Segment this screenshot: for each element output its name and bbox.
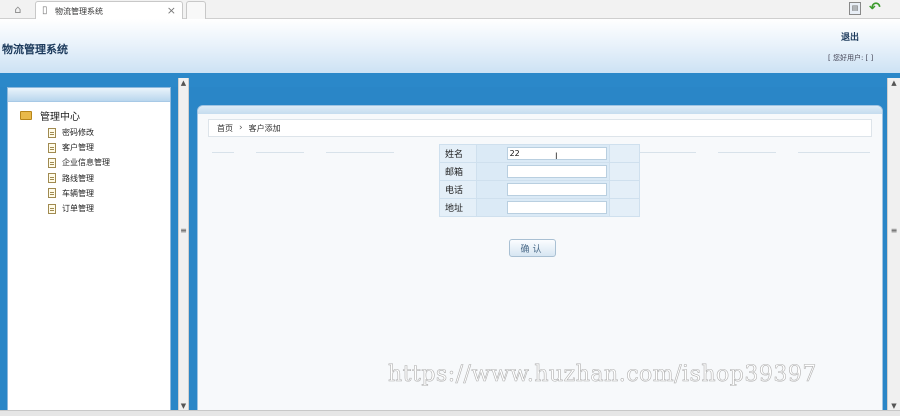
input-cell [475, 162, 610, 181]
content-scrollbar[interactable]: ▲ ≡ ▼ [887, 78, 900, 416]
phone-input[interactable] [506, 183, 607, 196]
scroll-up-icon[interactable]: ▲ [179, 79, 188, 87]
logout-link[interactable]: 退出 [841, 30, 859, 43]
sidebar-item-vehicles[interactable]: 车辆管理 [48, 186, 110, 201]
field-label: 姓名 [439, 144, 477, 163]
table-cell [608, 162, 641, 181]
browser-tab-bar: ⌂ ▯ 物流管理系统 × ▤ ↶ [0, 0, 900, 19]
sidebar-header [8, 88, 170, 102]
splitter-grip-icon[interactable]: ≡ [888, 226, 900, 235]
table-cell [608, 144, 641, 163]
app-title: 物流管理系统 [2, 43, 68, 56]
divider [718, 152, 776, 153]
sidebar-item-label: 车辆管理 [62, 188, 94, 198]
watermark: https://www.huzhan.com/ishop39397 [388, 362, 817, 388]
document-icon [48, 173, 56, 184]
input-cell [475, 144, 610, 163]
app-header: 物流管理系统 退出 [ 您好用户: [ ] [0, 19, 900, 73]
table-cell [608, 198, 641, 217]
form-row-email: 邮箱 [439, 162, 641, 181]
splitter-grip-icon[interactable]: ≡ [179, 226, 188, 235]
scroll-down-icon[interactable]: ▼ [179, 402, 188, 410]
sidebar-scrollbar[interactable]: ▲ ≡ ▼ [178, 78, 189, 416]
sidebar-item-routes[interactable]: 路线管理 [48, 171, 110, 186]
address-input[interactable] [506, 201, 607, 214]
chevron-right-icon: › [239, 123, 243, 133]
divider [798, 152, 870, 153]
sidebar: 管理中心 密码修改 客户管理 企业信息管理 路线管理 车辆管理 订单管理 [7, 87, 171, 416]
browser-tab[interactable]: ▯ 物流管理系统 × [35, 1, 183, 19]
user-info: [ 您好用户: [ ] [828, 54, 874, 62]
form-row-phone: 电话 [439, 180, 641, 199]
page-icon: ▯ [42, 5, 48, 16]
document-icon [48, 203, 56, 214]
scroll-up-icon[interactable]: ▲ [888, 79, 900, 87]
sidebar-root-label: 管理中心 [40, 112, 80, 123]
back-arrow-icon[interactable]: ↶ [869, 0, 881, 16]
table-cell [608, 180, 641, 199]
breadcrumb: 首页 › 客户添加 [208, 119, 872, 137]
confirm-button[interactable]: 确认 [509, 239, 556, 257]
sidebar-item-label: 企业信息管理 [62, 158, 110, 168]
content-panel-header [198, 106, 882, 114]
sidebar-menu: 密码修改 客户管理 企业信息管理 路线管理 车辆管理 订单管理 [48, 125, 110, 216]
sidebar-item-label: 路线管理 [62, 173, 94, 183]
input-cell [475, 198, 610, 217]
sidebar-item-customers[interactable]: 客户管理 [48, 140, 110, 155]
sidebar-item-label: 订单管理 [62, 204, 94, 214]
sidebar-item-company[interactable]: 企业信息管理 [48, 155, 110, 170]
home-icon[interactable]: ⌂ [6, 2, 30, 17]
field-label: 电话 [439, 180, 477, 199]
field-label: 邮箱 [439, 162, 477, 181]
text-cursor-icon: I [555, 152, 558, 162]
scroll-down-icon[interactable]: ▼ [888, 402, 900, 410]
document-icon [48, 127, 56, 138]
divider [640, 152, 696, 153]
divider [326, 152, 394, 153]
document-icon [48, 142, 56, 153]
field-label: 地址 [439, 198, 477, 217]
header-divider-bar [0, 73, 900, 87]
sidebar-item-label: 密码修改 [62, 128, 94, 138]
close-icon[interactable]: × [167, 4, 176, 17]
form-row-address: 地址 [439, 198, 641, 217]
status-bar [0, 410, 900, 416]
sidebar-root[interactable]: 管理中心 [20, 108, 80, 123]
divider [212, 152, 234, 153]
divider [256, 152, 304, 153]
document-icon [48, 157, 56, 168]
document-icon [48, 188, 56, 199]
page-setup-icon[interactable]: ▤ [849, 2, 861, 15]
sidebar-item-orders[interactable]: 订单管理 [48, 201, 110, 216]
folder-open-icon [20, 111, 32, 120]
email-input[interactable] [506, 165, 607, 178]
form-row-name: 姓名 [439, 144, 641, 163]
sidebar-item-password[interactable]: 密码修改 [48, 125, 110, 140]
customer-form: 姓名 邮箱 电话 地址 [439, 144, 641, 217]
input-cell [475, 180, 610, 199]
tab-title: 物流管理系统 [55, 7, 103, 16]
breadcrumb-home[interactable]: 首页 [217, 123, 233, 134]
sidebar-item-label: 客户管理 [62, 143, 94, 153]
breadcrumb-current: 客户添加 [248, 123, 281, 133]
new-tab-button[interactable] [186, 1, 206, 19]
